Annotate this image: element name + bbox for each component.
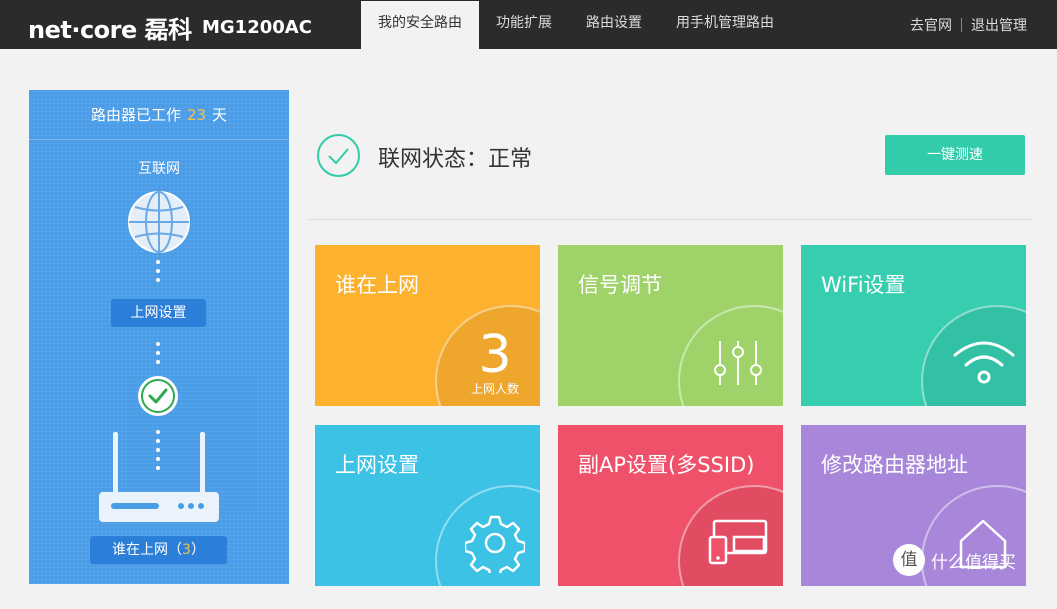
uptime-prefix: 路由器已工作 [90,106,181,124]
tile-router-address[interactable]: 修改路由器地址 值 什么值得买 [801,425,1026,586]
watermark: 值 什么值得买 [893,544,1016,576]
wan-settings-button[interactable]: 上网设置 [111,299,206,327]
tile-title: WiFi设置 [821,273,906,297]
tile-signal-adjust[interactable]: 信号调节 [558,245,783,406]
uptime-days: 23 [186,106,207,124]
online-devices-button[interactable]: 谁在上网（3） [90,536,227,564]
globe-icon [128,191,190,253]
speed-test-button[interactable]: 一键测速 [885,135,1025,175]
online-count: 3 [182,542,191,558]
watermark-text: 什么值得买 [931,552,1016,573]
brand-logo: net·core 磊科 [28,16,192,44]
online-user-label: 上网人数 [470,382,519,396]
tab-extensions[interactable]: 功能扩展 [479,1,569,49]
status-ok-icon [317,134,360,177]
tile-title: 谁在上网 [335,273,419,297]
online-prefix: 谁在上网（ [112,542,183,558]
wifi-icon [953,341,1015,384]
connector-dots [156,342,160,369]
uptime-suffix: 天 [212,106,228,124]
tile-title: 上网设置 [335,453,419,477]
model-name: MG1200AC [202,17,312,38]
online-suffix: ） [190,542,205,558]
tile-online-devices[interactable]: 谁在上网 3 上网人数 [315,245,540,406]
check-icon [141,379,175,413]
connector-dots [156,260,160,287]
network-status: 联网状态：正常 [378,147,533,172]
tab-my-router[interactable]: 我的安全路由 [361,1,479,49]
divider [309,219,1033,220]
official-site-link[interactable]: 去官网 [910,15,952,35]
gear-icon [465,515,525,573]
link-separator [961,18,962,32]
connection-ok-badge [138,376,178,416]
tab-mobile-manage[interactable]: 用手机管理路由 [659,1,791,49]
logout-link[interactable]: 退出管理 [971,15,1027,35]
sliders-icon [714,341,762,385]
tile-title: 副AP设置(多SSID) [578,453,755,477]
devices-icon [708,519,768,565]
topology-panel: 路由器已工作 23 天 互联网 上网设置 谁在上网（3） [29,90,289,584]
online-user-count: 3 [478,325,512,385]
tab-router-settings[interactable]: 路由设置 [569,1,659,49]
top-links: 去官网 退出管理 [910,15,1027,35]
main-nav: 我的安全路由 功能扩展 路由设置 用手机管理路由 [361,1,791,49]
internet-label: 互联网 [138,161,180,177]
router-icon [99,432,219,522]
tile-wifi-settings[interactable]: WiFi设置 [801,245,1026,406]
tile-title: 修改路由器地址 [821,453,968,477]
tile-title: 信号调节 [578,273,662,297]
top-bar: net·core 磊科 MG1200AC 我的安全路由 功能扩展 路由设置 用手… [0,0,1057,49]
tile-wan-settings[interactable]: 上网设置 [315,425,540,586]
uptime-bar: 路由器已工作 23 天 [29,90,289,140]
tile-ap-settings[interactable]: 副AP设置(多SSID) [558,425,783,586]
watermark-badge: 值 [893,544,925,576]
